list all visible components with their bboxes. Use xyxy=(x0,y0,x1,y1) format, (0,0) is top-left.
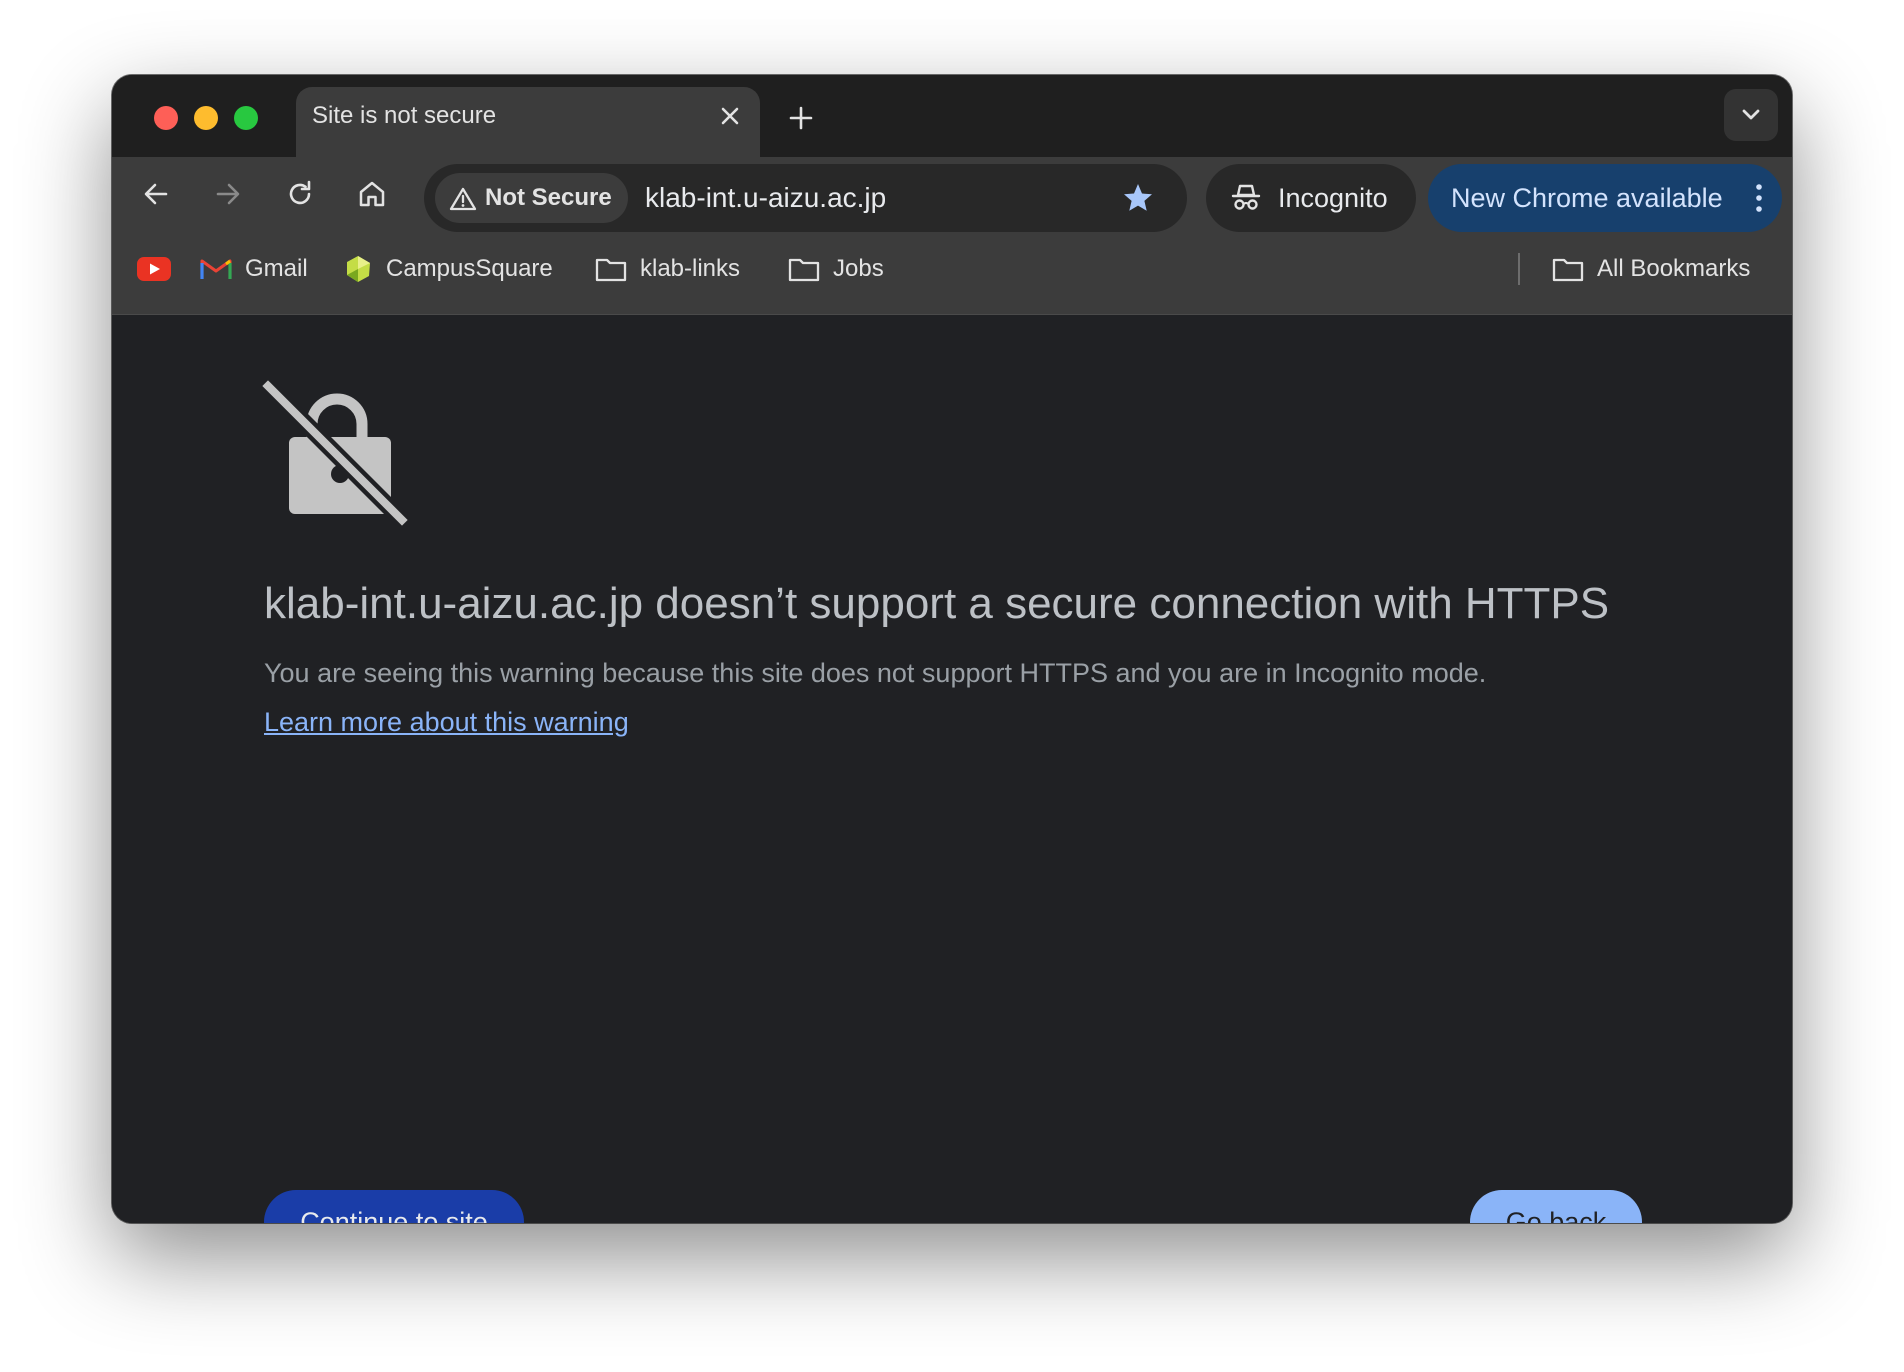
url-text[interactable]: klab-int.u-aizu.ac.jp xyxy=(645,164,886,232)
interstitial-page: klab-int.u-aizu.ac.jp doesn’t support a … xyxy=(112,316,1792,1223)
bookmarks-bar: Gmail CampusSquare klab-links Jobs All B… xyxy=(112,237,1792,315)
lock-slash-icon xyxy=(262,380,408,526)
update-chrome-button[interactable]: New Chrome available xyxy=(1428,164,1782,232)
toolbar: Not Secure klab-int.u-aizu.ac.jp Incogni… xyxy=(112,157,1792,237)
bookmark-label: Gmail xyxy=(245,255,308,282)
campussquare-icon xyxy=(347,256,370,282)
bookmark-folder-klab-links[interactable]: klab-links xyxy=(595,237,740,301)
reload-icon[interactable] xyxy=(283,177,317,211)
all-bookmarks-button[interactable]: All Bookmarks xyxy=(1552,237,1750,301)
tab-search-button[interactable] xyxy=(1724,89,1778,141)
browser-window: Site is not secure Not Secure klab-int.u… xyxy=(112,75,1792,1223)
gmail-icon xyxy=(200,259,232,279)
folder-icon xyxy=(788,258,820,282)
tab-strip: Site is not secure xyxy=(112,75,1792,157)
chevron-down-icon xyxy=(1742,109,1760,120)
update-label: New Chrome available xyxy=(1451,183,1723,213)
warning-description: You are seeing this warning because this… xyxy=(264,658,1487,688)
bookmark-label: Jobs xyxy=(833,255,884,282)
folder-icon xyxy=(1552,258,1584,282)
close-window-button[interactable] xyxy=(154,106,178,130)
incognito-label: Incognito xyxy=(1278,183,1388,213)
page-heading: klab-int.u-aizu.ac.jp doesn’t support a … xyxy=(264,579,1610,628)
folder-icon xyxy=(595,258,627,282)
bookmarks-divider xyxy=(1518,253,1520,285)
bookmark-star-icon[interactable] xyxy=(1121,181,1155,215)
incognito-icon xyxy=(1231,184,1261,210)
bookmark-youtube[interactable] xyxy=(136,237,185,301)
home-icon[interactable] xyxy=(355,177,389,211)
bookmark-label: klab-links xyxy=(640,255,741,282)
go-back-button[interactable]: Go back xyxy=(1470,1190,1642,1223)
continue-to-site-button[interactable]: Continue to site xyxy=(264,1190,524,1223)
new-tab-icon[interactable] xyxy=(786,103,816,133)
back-arrow-icon[interactable] xyxy=(139,177,173,211)
bookmark-gmail[interactable]: Gmail xyxy=(200,237,308,301)
all-bookmarks-label: All Bookmarks xyxy=(1597,255,1751,282)
incognito-indicator[interactable]: Incognito xyxy=(1206,164,1416,232)
kebab-menu-icon[interactable] xyxy=(1752,182,1766,214)
bookmark-label: CampusSquare xyxy=(386,255,553,282)
tab-active[interactable]: Site is not secure xyxy=(296,87,760,157)
security-chip-label: Not Secure xyxy=(485,184,612,211)
warning-triangle-icon xyxy=(449,187,477,211)
tab-title: Site is not secure xyxy=(312,102,497,129)
youtube-icon xyxy=(137,257,171,281)
zoom-window-button[interactable] xyxy=(234,106,258,130)
learn-more-link[interactable]: Learn more about this warning xyxy=(264,702,629,742)
forward-arrow-icon[interactable] xyxy=(211,177,245,211)
minimize-window-button[interactable] xyxy=(194,106,218,130)
bookmark-folder-jobs[interactable]: Jobs xyxy=(788,237,884,301)
address-bar[interactable]: Not Secure klab-int.u-aizu.ac.jp xyxy=(424,164,1187,232)
bookmark-campussquare[interactable]: CampusSquare xyxy=(343,237,553,301)
security-chip[interactable]: Not Secure xyxy=(435,173,628,223)
close-tab-icon[interactable] xyxy=(718,104,742,128)
